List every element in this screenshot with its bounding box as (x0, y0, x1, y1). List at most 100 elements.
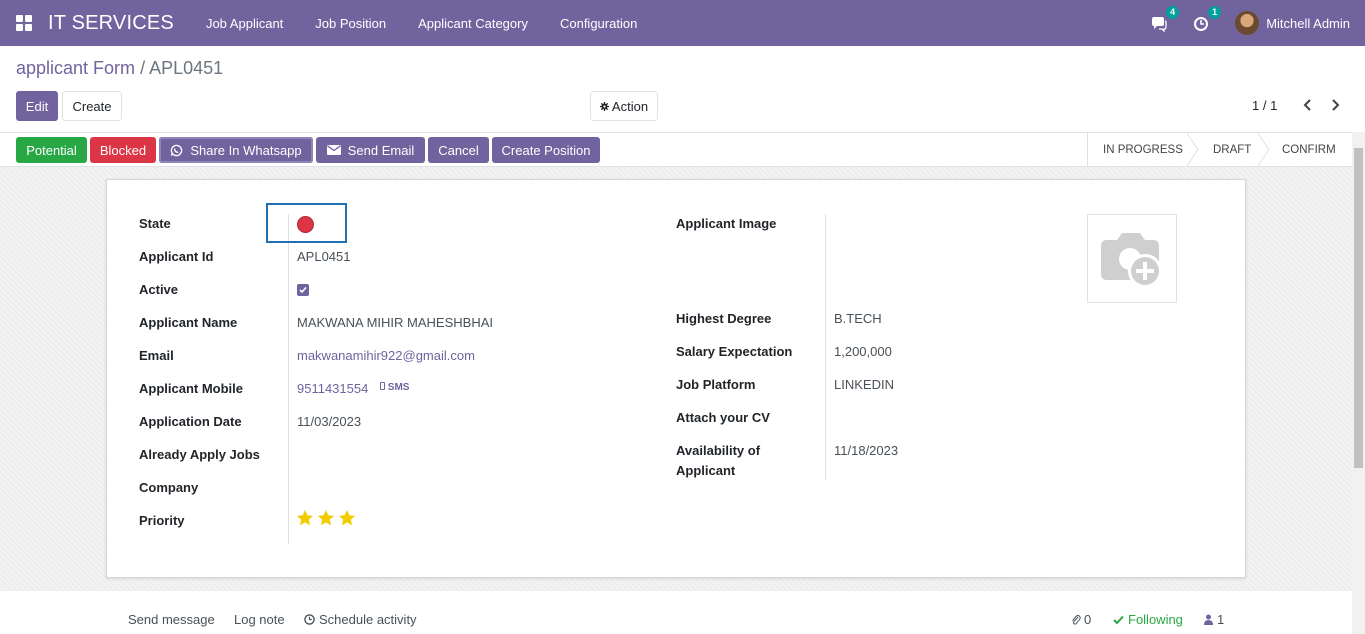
check-icon (299, 286, 307, 294)
followers-count: 1 (1217, 612, 1225, 627)
chat-icon (1152, 17, 1167, 33)
vertical-scrollbar[interactable] (1352, 132, 1365, 634)
label-availability-line2: Applicant (676, 463, 736, 478)
label-company: Company (139, 480, 199, 495)
sms-button[interactable]: SMS (380, 382, 409, 393)
value-job-platform: LINKEDIN (834, 377, 894, 392)
label-highest-degree: Highest Degree (676, 311, 772, 326)
form-statusbar: Potential Blocked Share In Whatsapp Send… (0, 132, 1365, 167)
user-menu[interactable]: Mitchell Admin (1266, 16, 1350, 31)
label-job-platform: Job Platform (676, 377, 756, 392)
stage-divider (1087, 133, 1088, 166)
check-icon (1113, 615, 1124, 624)
messages-count-badge: 4 (1166, 6, 1180, 19)
envelope-icon (326, 145, 341, 155)
create-button[interactable]: Create (62, 91, 122, 121)
applicant-image-upload[interactable] (1087, 214, 1177, 303)
attachments-button[interactable]: 0 (1071, 612, 1091, 627)
label-salary-expectation: Salary Expectation (676, 344, 793, 359)
value-applicant-id: APL0451 (297, 249, 351, 264)
star-icon[interactable] (296, 509, 314, 527)
gear-icon (599, 101, 609, 111)
mobile-link[interactable]: 9511431554 (297, 381, 368, 396)
menu-configuration[interactable]: Configuration (544, 16, 653, 31)
send-message-button[interactable]: Send message (128, 612, 215, 627)
label-priority: Priority (139, 513, 185, 528)
field-divider (825, 214, 826, 480)
breadcrumb-separator: / (140, 58, 146, 78)
apps-menu-icon[interactable] (16, 15, 32, 31)
send-email-button[interactable]: Send Email (316, 137, 425, 163)
star-icon[interactable] (338, 509, 356, 527)
edit-button[interactable]: Edit (16, 91, 58, 121)
email-link[interactable]: makwanamihir922@gmail.com (297, 348, 475, 363)
app-brand[interactable]: IT SERVICES (48, 12, 174, 35)
clock-icon (1194, 17, 1209, 31)
clock-icon (304, 614, 315, 625)
share-whatsapp-button[interactable]: Share In Whatsapp (159, 137, 313, 163)
following-label: Following (1128, 612, 1183, 627)
label-already-apply-jobs: Already Apply Jobs (139, 447, 260, 462)
field-divider (288, 214, 289, 544)
activities-button[interactable]: 1 (1193, 6, 1222, 32)
action-dropdown[interactable]: Action (590, 91, 658, 121)
paperclip-icon (1072, 614, 1081, 625)
label-availability-line1: Availability of (676, 443, 761, 458)
action-label: Action (611, 98, 649, 114)
top-navbar: IT SERVICES Job Applicant Job Position A… (0, 0, 1365, 46)
label-applicant-mobile: Applicant Mobile (139, 381, 243, 396)
star-icon[interactable] (317, 509, 335, 527)
camera-add-icon (1101, 232, 1162, 288)
value-availability: 11/18/2023 (834, 443, 899, 458)
value-salary-expectation: 1,200,000 (834, 344, 892, 359)
create-position-button[interactable]: Create Position (492, 137, 600, 163)
send-email-label: Send Email (347, 142, 415, 158)
menu-job-position[interactable]: Job Position (299, 16, 402, 31)
active-checkbox[interactable] (297, 284, 309, 296)
attachments-count: 0 (1084, 612, 1092, 627)
potential-button[interactable]: Potential (16, 137, 87, 163)
blocked-button[interactable]: Blocked (90, 137, 156, 163)
breadcrumb-current: APL0451 (149, 58, 224, 78)
priority-stars (296, 509, 356, 527)
label-applicant-id: Applicant Id (139, 249, 214, 264)
chevron-right-icon[interactable] (1328, 96, 1342, 114)
followers-button[interactable]: 1 (1204, 612, 1224, 627)
label-active: Active (139, 282, 179, 297)
stage-arrow-divider (1187, 133, 1199, 166)
schedule-activity-label: Schedule activity (319, 612, 417, 627)
breadcrumb: applicant Form / APL0451 (16, 58, 223, 79)
share-whatsapp-label: Share In Whatsapp (190, 142, 302, 158)
value-highest-degree: B.TECH (834, 311, 882, 326)
value-applicant-name: MAKWANA MIHIR MAHESHBHAI (297, 315, 493, 330)
chevron-left-icon[interactable] (1301, 96, 1315, 114)
stage-confirm[interactable]: CONFIRM (1282, 133, 1336, 166)
label-application-date: Application Date (139, 414, 242, 429)
user-avatar[interactable] (1235, 11, 1260, 35)
messages-button[interactable]: 4 (1151, 6, 1180, 33)
schedule-activity-button[interactable]: Schedule activity (304, 612, 417, 627)
state-indicator[interactable] (297, 216, 314, 233)
stage-arrow-divider (1258, 133, 1270, 166)
scrollbar-thumb[interactable] (1354, 148, 1363, 468)
sms-label: SMS (387, 382, 410, 393)
stage-in-progress[interactable]: IN PROGRESS (1103, 133, 1183, 166)
label-applicant-image: Applicant Image (676, 216, 777, 231)
following-button[interactable]: Following (1113, 612, 1183, 627)
log-note-button[interactable]: Log note (234, 612, 285, 627)
label-email: Email (139, 348, 174, 363)
label-applicant-name: Applicant Name (139, 315, 238, 330)
menu-job-applicant[interactable]: Job Applicant (190, 16, 299, 31)
value-application-date: 11/03/2023 (297, 414, 362, 429)
menu-applicant-category[interactable]: Applicant Category (402, 16, 544, 31)
mobile-phone-icon (380, 382, 385, 390)
breadcrumb-parent[interactable]: applicant Form (16, 58, 135, 78)
cancel-button[interactable]: Cancel (428, 137, 489, 163)
stage-draft[interactable]: DRAFT (1213, 133, 1251, 166)
label-attach-cv: Attach your CV (676, 410, 770, 425)
label-state: State (139, 216, 171, 231)
user-icon (1204, 614, 1213, 625)
whatsapp-icon (171, 144, 183, 156)
pager-value[interactable]: 1 / 1 (1252, 98, 1277, 113)
activities-count-badge: 1 (1208, 6, 1222, 19)
